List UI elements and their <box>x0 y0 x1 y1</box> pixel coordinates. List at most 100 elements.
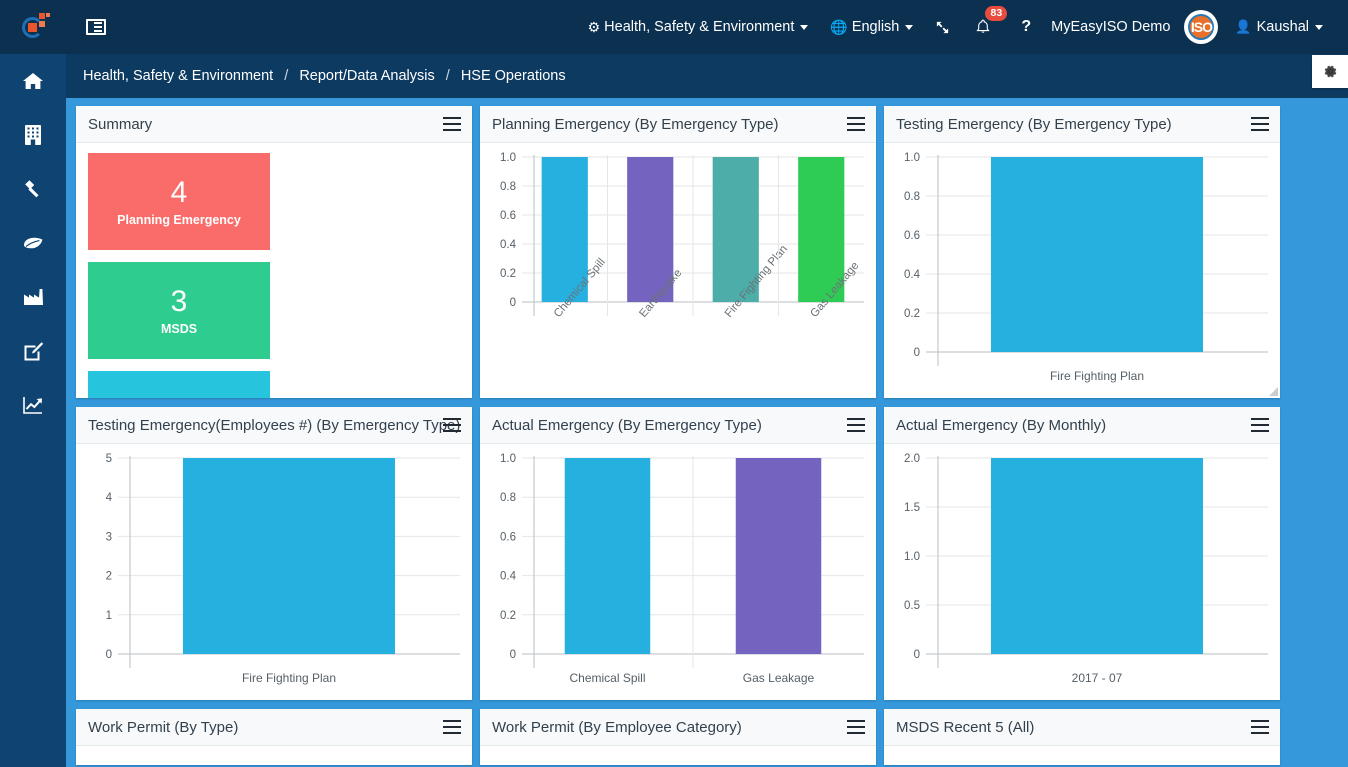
user-icon: 👤 <box>1235 19 1252 34</box>
panel-body: 0 0.2 0.4 0.6 0.8 1.0 Chemical Spill Earthquake… <box>480 143 876 398</box>
user-menu[interactable]: 👤 Kaushal <box>1224 0 1334 54</box>
sidebar-item-home[interactable] <box>0 54 66 108</box>
panel-body: 0 0.2 0.4 0.6 0.8 1.0 Fire Fighting Plan <box>884 143 1280 398</box>
panel-menu-button[interactable] <box>443 418 461 432</box>
panel-menu-button[interactable] <box>443 117 461 131</box>
svg-text:2: 2 <box>106 571 112 583</box>
panel-menu-button[interactable] <box>1251 418 1269 432</box>
chart-planning-emergency[interactable]: 0 0.2 0.4 0.6 0.8 1.0 Chemical Spill Earthquake… <box>480 143 876 398</box>
panel-menu-button[interactable] <box>847 418 865 432</box>
summary-tile-msds[interactable]: 3 MSDS <box>88 262 270 359</box>
sidebar-item-records[interactable] <box>0 324 66 378</box>
tile-value: 4 <box>170 176 188 209</box>
chart-actual-emergency-monthly[interactable]: 0 0.5 1.0 1.5 2.0 2017 - 07 <box>884 444 1280 700</box>
sidebar-toggle-button[interactable] <box>70 0 122 54</box>
panel-header: Planning Emergency (By Emergency Type) <box>480 106 876 143</box>
fullscreen-button[interactable] <box>924 0 961 54</box>
panel-work-permit-employee-category: Work Permit (By Employee Category) <box>480 709 876 765</box>
panel-header: Work Permit (By Employee Category) <box>480 709 876 746</box>
notification-badge: 83 <box>985 6 1008 21</box>
svg-text:0.4: 0.4 <box>500 571 517 583</box>
panel-header: MSDS Recent 5 (All) <box>884 709 1280 746</box>
top-nav-right-group: ⚙ Health, Safety & Environment 🌐 English… <box>577 0 1348 54</box>
breadcrumb-item-1[interactable]: Report/Data Analysis <box>299 68 434 84</box>
panel-planning-emergency: Planning Emergency (By Emergency Type) 0… <box>480 106 876 398</box>
panel-header: Actual Emergency (By Monthly) <box>884 407 1280 444</box>
panel-resize-handle[interactable] <box>1268 386 1278 396</box>
breadcrumb-bar: Health, Safety & Environment / Report/Da… <box>66 54 1348 98</box>
dashboard-settings-button[interactable] <box>1312 55 1348 88</box>
sidebar-item-compliance[interactable] <box>0 162 66 216</box>
svg-text:1.5: 1.5 <box>904 502 920 514</box>
chart-actual-emergency-type[interactable]: 0 0.2 0.4 0.6 0.8 1.0 Chemical Spill Gas Leakag… <box>480 444 876 700</box>
gear-icon <box>1324 65 1336 78</box>
svg-text:1.0: 1.0 <box>500 453 516 465</box>
bell-icon <box>976 19 990 33</box>
app-logo[interactable] <box>0 0 70 54</box>
panel-summary: Summary 4 Planning Emergency 3 MSDS 0 Ha… <box>76 106 472 398</box>
edit-icon <box>24 341 43 360</box>
language-selector-label: English <box>851 19 900 35</box>
gavel-icon <box>25 180 39 198</box>
panel-body <box>480 746 876 765</box>
chart-testing-emergency[interactable]: 0 0.2 0.4 0.6 0.8 1.0 Fire Fighting Plan <box>884 143 1280 398</box>
panel-title: Work Permit (By Type) <box>88 718 239 736</box>
module-selector-label: Health, Safety & Environment <box>604 19 795 35</box>
expand-arrows-icon <box>937 21 949 33</box>
svg-text:0: 0 <box>914 347 920 359</box>
panel-menu-button[interactable] <box>1251 117 1269 131</box>
factory-icon <box>24 289 43 305</box>
user-menu-label: Kaushal <box>1256 19 1309 35</box>
panel-menu-button[interactable] <box>1251 720 1269 734</box>
panel-menu-button[interactable] <box>847 720 865 734</box>
summary-tile-planning-emergency[interactable]: 4 Planning Emergency <box>88 153 270 250</box>
summary-tiles: 4 Planning Emergency 3 MSDS 0 Hazardous … <box>76 143 472 398</box>
sidebar-item-analytics[interactable] <box>0 378 66 432</box>
language-selector[interactable]: 🌐 English <box>819 0 924 54</box>
panel-body: 4 Planning Emergency 3 MSDS 0 Hazardous … <box>76 143 472 398</box>
svg-text:Gas Leakage: Gas Leakage <box>743 671 815 685</box>
summary-tile-hazardous-material[interactable]: 0 Hazardous Material <box>88 371 270 398</box>
panel-title: Actual Emergency (By Monthly) <box>896 416 1107 434</box>
svg-text:0.8: 0.8 <box>500 492 516 504</box>
svg-text:0.6: 0.6 <box>500 531 516 543</box>
svg-text:0: 0 <box>914 649 920 661</box>
svg-text:2017 - 07: 2017 - 07 <box>1072 671 1123 685</box>
dashboard-content: Summary 4 Planning Emergency 3 MSDS 0 Ha… <box>66 98 1348 767</box>
breadcrumb-item-0[interactable]: Health, Safety & Environment <box>83 68 273 84</box>
breadcrumb: Health, Safety & Environment / Report/Da… <box>66 68 566 84</box>
chevron-down-icon <box>905 24 914 30</box>
svg-text:0.6: 0.6 <box>904 230 920 242</box>
menu-collapse-icon <box>86 19 106 35</box>
panel-body: 0 0.2 0.4 0.6 0.8 1.0 Chemical Spill Gas Leakag… <box>480 444 876 700</box>
svg-text:3: 3 <box>106 531 112 543</box>
sidebar-item-organization[interactable] <box>0 108 66 162</box>
svg-text:0: 0 <box>510 649 516 661</box>
svg-text:1: 1 <box>106 610 112 622</box>
home-icon <box>23 73 43 89</box>
leaf-icon <box>24 237 43 249</box>
help-button[interactable]: ? <box>1005 18 1047 36</box>
svg-text:0.6: 0.6 <box>500 210 516 222</box>
notifications-button[interactable]: 83 <box>961 0 1008 54</box>
breadcrumb-separator: / <box>445 68 450 84</box>
svg-text:Fire Fighting Plan: Fire Fighting Plan <box>1050 369 1144 383</box>
chart-testing-emergency-employees[interactable]: 0 1 2 3 4 5 Fire Fighting Plan <box>76 444 472 700</box>
module-selector[interactable]: ⚙ Health, Safety & Environment <box>577 0 820 54</box>
panel-menu-button[interactable] <box>443 720 461 734</box>
panel-header: Testing Emergency(Employees #) (By Emerg… <box>76 407 472 444</box>
sidebar-item-operations[interactable] <box>0 270 66 324</box>
dashboard-grid: Summary 4 Planning Emergency 3 MSDS 0 Ha… <box>66 98 1348 767</box>
trend-chart-icon <box>23 397 42 414</box>
svg-text:0: 0 <box>510 297 516 309</box>
svg-text:0.8: 0.8 <box>500 181 516 193</box>
svg-text:0.4: 0.4 <box>904 269 921 281</box>
svg-text:Fire Fighting Plan: Fire Fighting Plan <box>242 671 336 685</box>
breadcrumb-item-2[interactable]: HSE Operations <box>461 68 566 84</box>
sidebar-item-environment[interactable] <box>0 216 66 270</box>
panel-testing-emergency: Testing Emergency (By Emergency Type) 00… <box>884 106 1280 398</box>
panel-menu-button[interactable] <box>847 117 865 131</box>
brand-name-label: MyEasyISO Demo <box>1051 19 1171 35</box>
panel-testing-emergency-employees: Testing Emergency(Employees #) (By Emerg… <box>76 407 472 700</box>
tile-label: MSDS <box>160 322 198 336</box>
